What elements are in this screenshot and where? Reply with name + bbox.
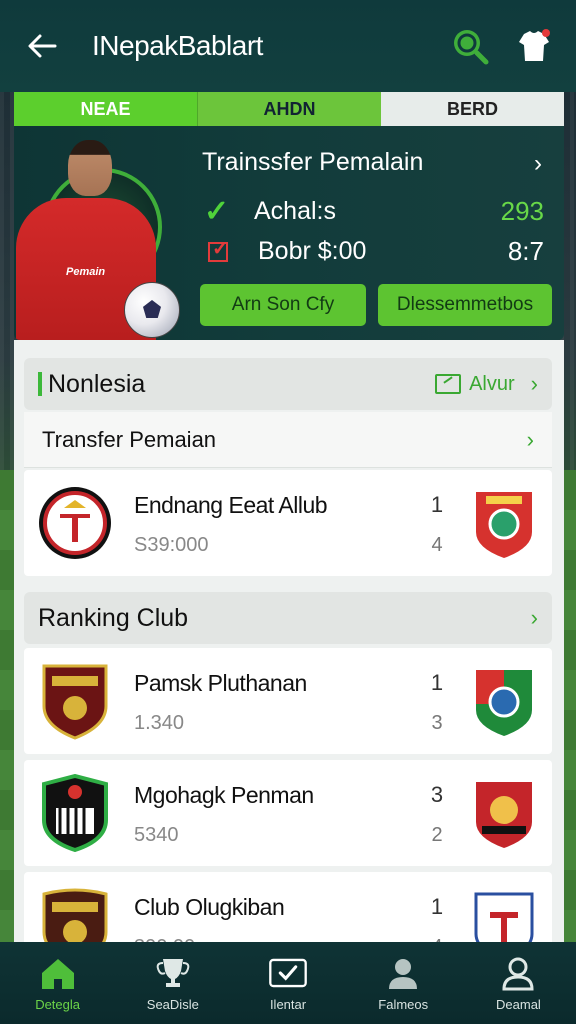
view-all-link[interactable]: Alvur › (435, 371, 538, 397)
app-title: INepakBablart (92, 30, 263, 61)
back-button[interactable] (22, 26, 62, 66)
checkbox-icon (208, 236, 229, 262)
view-all-label: Alvur (469, 372, 515, 395)
club-name: Club Olugkiban (134, 894, 285, 920)
transfer-row[interactable]: Transfer Pemaian › (24, 412, 552, 468)
hero-title: Trainssfer Pemalain (202, 148, 424, 176)
hero-row-a-value: 293 (500, 196, 544, 226)
list-item[interactable]: Club Olugkiban 390:00 1 4 (24, 872, 552, 944)
opponent-badge-icon (476, 670, 532, 736)
football-icon (124, 282, 180, 338)
bottom-navigation: Detegla SeaDisle Ilentar Falmeos Deamal (0, 942, 576, 1024)
search-icon (454, 30, 489, 65)
hero-button-2[interactable]: Dlessemmetbos (378, 284, 552, 326)
trophy-icon (156, 958, 190, 987)
club-name: Pamsk Pluthanan (134, 670, 307, 696)
stat-bottom: 3 (431, 712, 443, 734)
club-badge-icon (42, 888, 108, 944)
user-icon (389, 958, 418, 989)
club-name: Endnang Eeat Allub (134, 492, 328, 518)
opponent-badge-icon (476, 782, 532, 848)
nav-item-falmeos[interactable]: Falmeos (346, 942, 461, 1024)
tab-neae[interactable]: NEAE (14, 92, 197, 126)
hero-row-a: ✓ Achal:s 293 (204, 194, 544, 229)
nav-label: Detegla (35, 996, 80, 1012)
hero-row-b-value: 8:7 (507, 236, 544, 266)
club-value: 1.340 (134, 712, 185, 734)
shirt-icon (519, 29, 550, 61)
check-square-icon (269, 958, 307, 987)
stat-top: 1 (430, 894, 444, 919)
arrow-left-icon (28, 34, 57, 58)
nav-item-detegla[interactable]: Detegla (0, 942, 115, 1024)
nav-item-ilentar[interactable]: Ilentar (230, 942, 345, 1024)
hero-transfer-card[interactable]: Pemain Trainssfer Pemalain › ✓ Achal:s 2… (14, 126, 564, 340)
section-header-ranking[interactable]: Ranking Club › (24, 592, 552, 644)
club-badge-icon (42, 774, 108, 852)
chevron-right-icon: › (526, 426, 534, 452)
club-badge-icon (42, 664, 108, 740)
stat-bottom: 4 (431, 534, 443, 556)
hero-button-1[interactable]: Arn Son Cfy (200, 284, 366, 326)
club-name: Mgohagk Penman (134, 782, 314, 808)
profile-button[interactable] (514, 26, 554, 66)
tab-ahdn[interactable]: AHDN (197, 92, 381, 126)
player-head (68, 140, 112, 196)
check-icon: ✓ (204, 195, 230, 228)
hero-row-b-label: Bobr $:00 (258, 237, 367, 265)
search-button[interactable] (450, 26, 490, 66)
chevron-right-icon: › (530, 371, 538, 396)
section-title: Ranking Club (38, 603, 189, 632)
home-icon (41, 958, 74, 989)
jersey-sponsor: Pemain (66, 266, 106, 278)
chevron-right-icon[interactable]: › (534, 150, 542, 178)
list-item[interactable]: Endnang Eeat Allub S39:000 1 4 (24, 470, 552, 576)
opponent-badge-icon (474, 892, 534, 944)
club-value: 5340 (134, 824, 179, 846)
nav-item-seadisle[interactable]: SeaDisle (115, 942, 230, 1024)
section-title: Nonlesia (48, 369, 146, 398)
club-badge-icon (39, 487, 111, 559)
tab-berd[interactable]: BERD (381, 92, 564, 126)
hero-row-a-label: Achal:s (254, 197, 336, 225)
content-panel: Nonlesia Alvur › Transfer Pemaian › Endn… (14, 340, 564, 944)
opponent-badge-icon (476, 492, 532, 558)
stat-bottom: 2 (431, 824, 443, 846)
nav-label: Deamal (496, 996, 541, 1012)
club-value: S39:000 (134, 534, 209, 556)
tab-bar: NEAE AHDN BERD (14, 92, 564, 126)
top-app-bar: INepakBablart (0, 0, 576, 92)
nav-label: Falmeos (378, 996, 429, 1012)
stat-top: 1 (430, 670, 444, 695)
stat-top: 1 (430, 492, 444, 517)
nav-item-deamal[interactable]: Deamal (461, 942, 576, 1024)
nav-label: Ilentar (269, 996, 307, 1012)
nav-label: SeaDisle (146, 996, 199, 1012)
transfer-row-title: Transfer Pemaian (42, 426, 217, 452)
user-outline-icon (502, 957, 534, 990)
list-item[interactable]: Pamsk Pluthanan 1.340 1 3 (24, 648, 552, 754)
chevron-right-icon: › (530, 605, 538, 630)
hero-row-b: Bobr $:00 8:7 (204, 236, 544, 267)
stat-top: 3 (430, 782, 444, 807)
external-link-icon (435, 374, 462, 394)
section-header-nonlesia: Nonlesia Alvur › (24, 358, 552, 410)
player-image: Pemain (14, 126, 204, 340)
list-item[interactable]: Mgohagk Penman 5340 3 2 (24, 760, 552, 866)
